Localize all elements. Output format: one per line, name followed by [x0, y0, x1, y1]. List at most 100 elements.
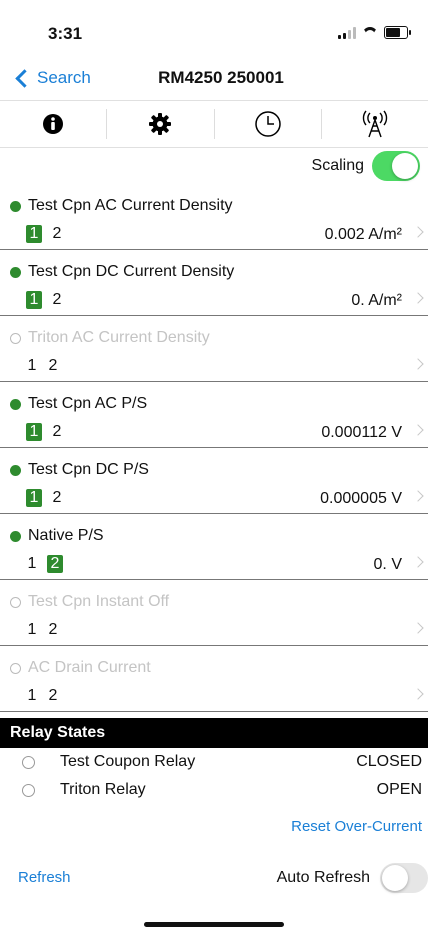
channel-button[interactable]: 1 [26, 621, 38, 639]
relay-name: Triton Relay [60, 781, 146, 798]
item-header: Test Cpn Instant Off [10, 593, 169, 611]
page-title: RM4250 250001 [158, 68, 284, 87]
scaling-label: Scaling [311, 157, 364, 174]
channel-button[interactable]: 1 [26, 423, 42, 441]
measurement-item[interactable]: Test Cpn AC P/S 1 2 0.000112 V [0, 382, 428, 448]
channel-button[interactable]: 1 [26, 489, 42, 507]
chevron-right-icon [412, 490, 424, 502]
radio-icon[interactable] [22, 756, 35, 769]
relay-name: Test Coupon Relay [60, 753, 196, 770]
system-indicators [338, 26, 411, 39]
status-dot-icon [10, 662, 21, 674]
chevron-right-icon [412, 226, 424, 238]
item-header: Test Cpn AC P/S [10, 395, 147, 413]
channel-button[interactable]: 2 [47, 621, 59, 639]
channel-selector: 12 [26, 291, 63, 309]
info-icon [43, 114, 64, 134]
status-dot-icon [10, 464, 21, 476]
status-dot-icon [10, 332, 21, 344]
relay-row[interactable]: Triton Relay OPEN [0, 776, 428, 804]
status-bar: 3:31 [0, 0, 428, 64]
scaling-row: Scaling [0, 148, 428, 184]
item-value: 0. A/m² [351, 292, 402, 309]
channel-button[interactable]: 2 [47, 555, 63, 573]
chevron-right-icon [412, 424, 424, 436]
status-dot-icon [10, 398, 21, 410]
toggle-knob [392, 153, 418, 179]
tab-history[interactable] [213, 109, 321, 139]
measurement-list: Test Cpn AC Current Density 1 2 0.002 A/m² T… [0, 184, 428, 712]
item-label: Native P/S [28, 527, 104, 544]
item-value: 0.002 A/m² [324, 226, 402, 243]
channel-button[interactable]: 2 [51, 489, 63, 507]
channel-button[interactable]: 1 [26, 291, 42, 309]
channel-button[interactable]: 1 [26, 357, 38, 375]
item-value: 0.000005 V [320, 490, 402, 507]
relay-states-header: Relay States [0, 718, 428, 748]
channel-button[interactable]: 2 [51, 291, 63, 309]
chevron-right-icon [412, 358, 424, 370]
measurement-item[interactable]: AC Drain Current 1 2 [0, 646, 428, 712]
channel-button[interactable]: 1 [26, 225, 42, 243]
auto-refresh-toggle[interactable] [380, 863, 428, 893]
item-label: Test Cpn Instant Off [28, 593, 170, 610]
chevron-right-icon [412, 292, 424, 304]
item-label: Test Cpn AC P/S [28, 395, 148, 412]
measurement-item[interactable]: Test Cpn DC Current Density 1 2 0. A/m² [0, 250, 428, 316]
reset-over-current-button[interactable]: Reset Over-Current [291, 818, 422, 835]
auto-refresh-control: Auto Refresh [277, 863, 428, 893]
chevron-right-icon [412, 622, 424, 634]
item-header: Triton AC Current Density [10, 329, 210, 347]
channel-button[interactable]: 2 [47, 357, 59, 375]
toggle-knob [382, 865, 408, 891]
antenna-icon [362, 110, 388, 138]
relay-state: OPEN [376, 781, 422, 798]
refresh-button[interactable]: Refresh [18, 869, 71, 886]
status-dot-icon [10, 530, 21, 542]
channel-selector: 12 [26, 423, 63, 441]
battery-icon [384, 26, 411, 39]
item-label: Test Cpn DC Current Density [28, 263, 235, 280]
item-header: Test Cpn AC Current Density [10, 197, 233, 215]
tab-info[interactable] [0, 109, 106, 139]
channel-selector: 12 [26, 621, 59, 639]
tab-settings[interactable] [106, 109, 213, 139]
chevron-right-icon [412, 556, 424, 568]
gear-icon [149, 113, 172, 135]
chevron-right-icon [412, 688, 424, 700]
navigation-bar: Search RM4250 250001 [0, 64, 428, 101]
item-value: 0. V [373, 556, 402, 573]
signal-icon [338, 26, 356, 39]
channel-selector: 12 [26, 489, 63, 507]
item-label: AC Drain Current [28, 659, 151, 676]
item-header: Native P/S [10, 527, 104, 545]
relay-state: CLOSED [356, 753, 422, 770]
channel-button[interactable]: 2 [47, 687, 59, 705]
item-header: AC Drain Current [10, 659, 151, 677]
home-indicator [144, 922, 284, 927]
status-dot-icon [10, 596, 21, 608]
relay-row[interactable]: Test Coupon Relay CLOSED [0, 748, 428, 776]
measurement-item[interactable]: Test Cpn AC Current Density 1 2 0.002 A/m² [0, 184, 428, 250]
radio-icon[interactable] [22, 784, 35, 797]
scaling-toggle[interactable] [372, 151, 420, 181]
channel-button[interactable]: 2 [51, 423, 63, 441]
measurement-item[interactable]: Native P/S 1 2 0. V [0, 514, 428, 580]
status-dot-icon [10, 200, 21, 212]
channel-selector: 12 [26, 555, 63, 573]
tab-communication[interactable] [320, 109, 428, 139]
item-header: Test Cpn DC Current Density [10, 263, 234, 281]
channel-button[interactable]: 2 [51, 225, 63, 243]
measurement-item[interactable]: Triton AC Current Density 1 2 [0, 316, 428, 382]
wifi-icon [362, 27, 378, 39]
toolbar [0, 101, 428, 148]
item-header: Test Cpn DC P/S [10, 461, 149, 479]
measurement-item[interactable]: Test Cpn DC P/S 1 2 0.000005 V [0, 448, 428, 514]
channel-selector: 12 [26, 225, 63, 243]
channel-button[interactable]: 1 [26, 555, 38, 573]
item-label: Triton AC Current Density [28, 329, 210, 346]
item-value: 0.000112 V [321, 424, 402, 441]
measurement-item[interactable]: Test Cpn Instant Off 1 2 [0, 580, 428, 646]
channel-button[interactable]: 1 [26, 687, 38, 705]
status-time: 3:31 [48, 24, 83, 43]
